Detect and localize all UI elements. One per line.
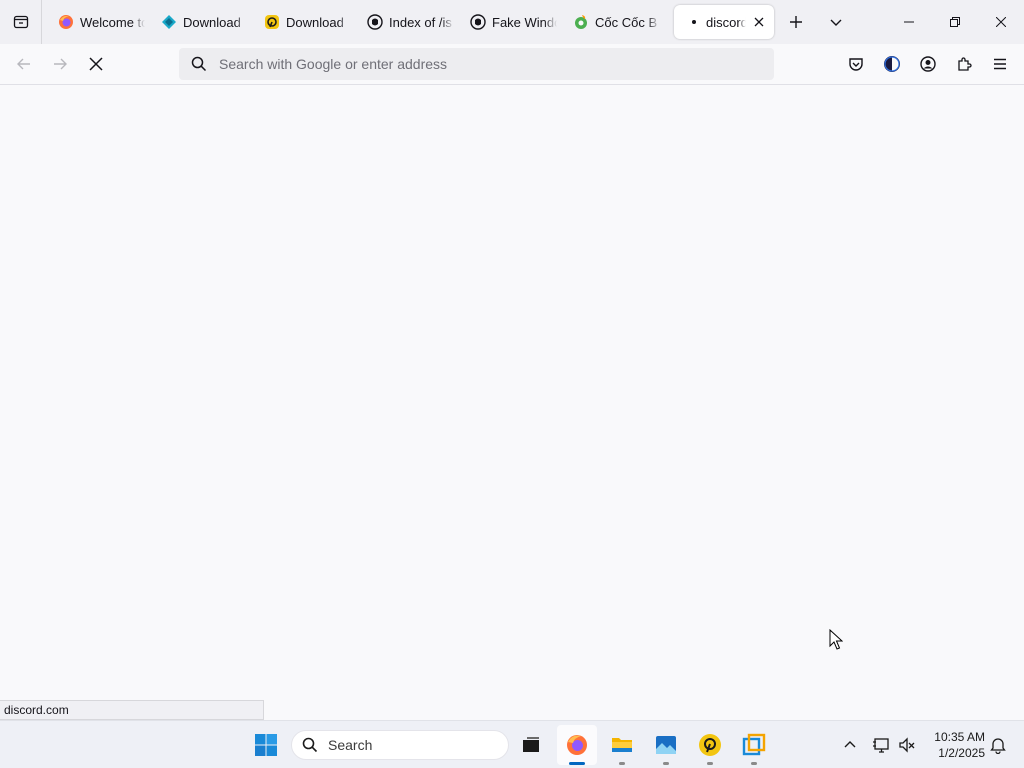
navigation-toolbar [0, 44, 1024, 85]
plus-icon [790, 16, 802, 28]
chevron-down-icon [830, 19, 842, 26]
tab-index-of[interactable]: Index of /is [359, 5, 462, 39]
firefox-view-button[interactable] [0, 0, 42, 44]
close-window-button[interactable] [978, 0, 1024, 44]
stop-loading-button[interactable] [78, 46, 114, 82]
loading-dot-icon [692, 20, 696, 24]
running-indicator [663, 762, 669, 765]
tab-title: Download [183, 14, 241, 30]
taskbar-search[interactable]: Search [291, 730, 509, 760]
pocket-button[interactable] [838, 46, 874, 82]
mouse-cursor-icon [829, 628, 844, 654]
list-all-tabs-button[interactable] [816, 0, 856, 44]
search-icon [191, 56, 207, 72]
diamond-icon [161, 14, 177, 30]
url-input[interactable] [219, 56, 739, 72]
taskbar-search-label: Search [328, 737, 373, 753]
folder-icon [612, 738, 632, 752]
dark-reader-button[interactable] [874, 46, 910, 82]
anydesk-icon [699, 734, 721, 756]
system-clock[interactable]: 10:35 AM 1/2/2025 [925, 729, 985, 761]
menu-button[interactable] [982, 46, 1018, 82]
hamburger-icon [994, 58, 1006, 70]
back-button[interactable] [6, 46, 42, 82]
photos-icon [656, 736, 676, 754]
coccoc-icon [573, 14, 589, 30]
show-hidden-icons-button[interactable] [838, 721, 862, 768]
network-icon [873, 738, 889, 753]
tab-title: Fake Windo [492, 14, 557, 30]
github-icon [470, 14, 486, 30]
account-button[interactable] [910, 46, 946, 82]
tab-title: discord. [706, 14, 746, 30]
page-content [0, 85, 1024, 720]
contrast-icon [884, 56, 900, 72]
tab-download-2[interactable]: Download [256, 5, 359, 39]
volume-muted-icon [899, 737, 915, 753]
back-arrow-icon [17, 58, 30, 70]
clock-time: 10:35 AM [934, 730, 985, 744]
notification-icon [990, 738, 1006, 754]
running-indicator [751, 762, 757, 765]
active-indicator [569, 762, 585, 765]
windows-logo-icon [255, 734, 277, 756]
chevron-up-icon [844, 741, 856, 748]
volume-button[interactable] [895, 721, 919, 768]
stop-icon [89, 57, 103, 71]
window-controls [886, 0, 1024, 44]
anydesk-icon [264, 14, 280, 30]
running-indicator [707, 762, 713, 765]
taskbar-photos[interactable] [646, 725, 686, 765]
taskbar-file-explorer[interactable] [602, 725, 642, 765]
extensions-button[interactable] [946, 46, 982, 82]
tab-title: Download [286, 14, 344, 30]
minimize-icon [904, 21, 914, 23]
taskbar-vmware[interactable] [734, 725, 774, 765]
restore-icon [950, 17, 960, 27]
restore-button[interactable] [932, 0, 978, 44]
tab-strip: Welcome to Download Download Index of /i… [0, 0, 1024, 44]
tab-welcome[interactable]: Welcome to [50, 5, 153, 39]
tab-title: Welcome to [80, 14, 145, 30]
address-bar[interactable] [179, 48, 774, 80]
search-icon [302, 737, 318, 753]
forward-button[interactable] [42, 46, 78, 82]
start-button[interactable] [250, 725, 282, 765]
vmware-icon [742, 733, 766, 756]
puzzle-icon [958, 57, 972, 71]
tab-download-1[interactable]: Download [153, 5, 256, 39]
firefox-view-icon [13, 15, 28, 29]
tab-coccoc[interactable]: Cốc Cốc B [565, 5, 668, 39]
firefox-icon [58, 14, 74, 30]
status-panel: discord.com [0, 700, 264, 720]
close-icon [996, 17, 1006, 27]
pocket-icon [849, 58, 863, 71]
taskbar-anydesk[interactable] [690, 725, 730, 765]
clock-date: 1/2/2025 [938, 746, 985, 760]
github-icon [367, 14, 383, 30]
task-view-button[interactable] [511, 725, 551, 765]
forward-arrow-icon [54, 58, 67, 70]
close-tab-icon[interactable] [752, 15, 766, 29]
task-view-icon [523, 737, 539, 752]
tab-title: Index of /is [389, 14, 452, 30]
toolbar-actions [838, 46, 1018, 82]
taskbar: Search 10:35 AM 1/2/2025 [0, 720, 1024, 768]
tab-fake-windows[interactable]: Fake Windo [462, 5, 565, 39]
firefox-icon [567, 735, 587, 755]
account-icon [920, 56, 936, 72]
running-indicator [619, 762, 625, 765]
tab-list: Welcome to Download Download Index of /i… [42, 0, 774, 44]
minimize-button[interactable] [886, 0, 932, 44]
notifications-button[interactable] [986, 721, 1010, 768]
tab-title: Cốc Cốc B [595, 14, 658, 30]
network-button[interactable] [869, 721, 893, 768]
taskbar-firefox[interactable] [557, 725, 597, 765]
tab-discord[interactable]: discord. [674, 5, 774, 39]
new-tab-button[interactable] [776, 0, 816, 44]
